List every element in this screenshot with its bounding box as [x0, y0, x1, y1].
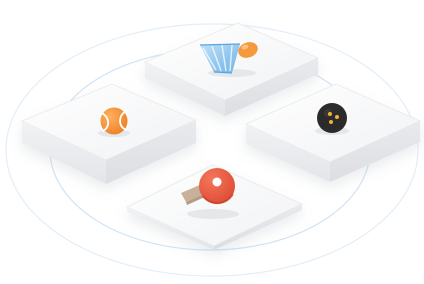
sports-tiles-illustration	[5, 22, 421, 277]
ping-pong-ball	[212, 177, 222, 187]
sports-illustration	[0, 0, 424, 284]
squash-dot	[329, 120, 333, 124]
squash-dot	[328, 112, 332, 116]
squash-dot	[335, 115, 339, 119]
